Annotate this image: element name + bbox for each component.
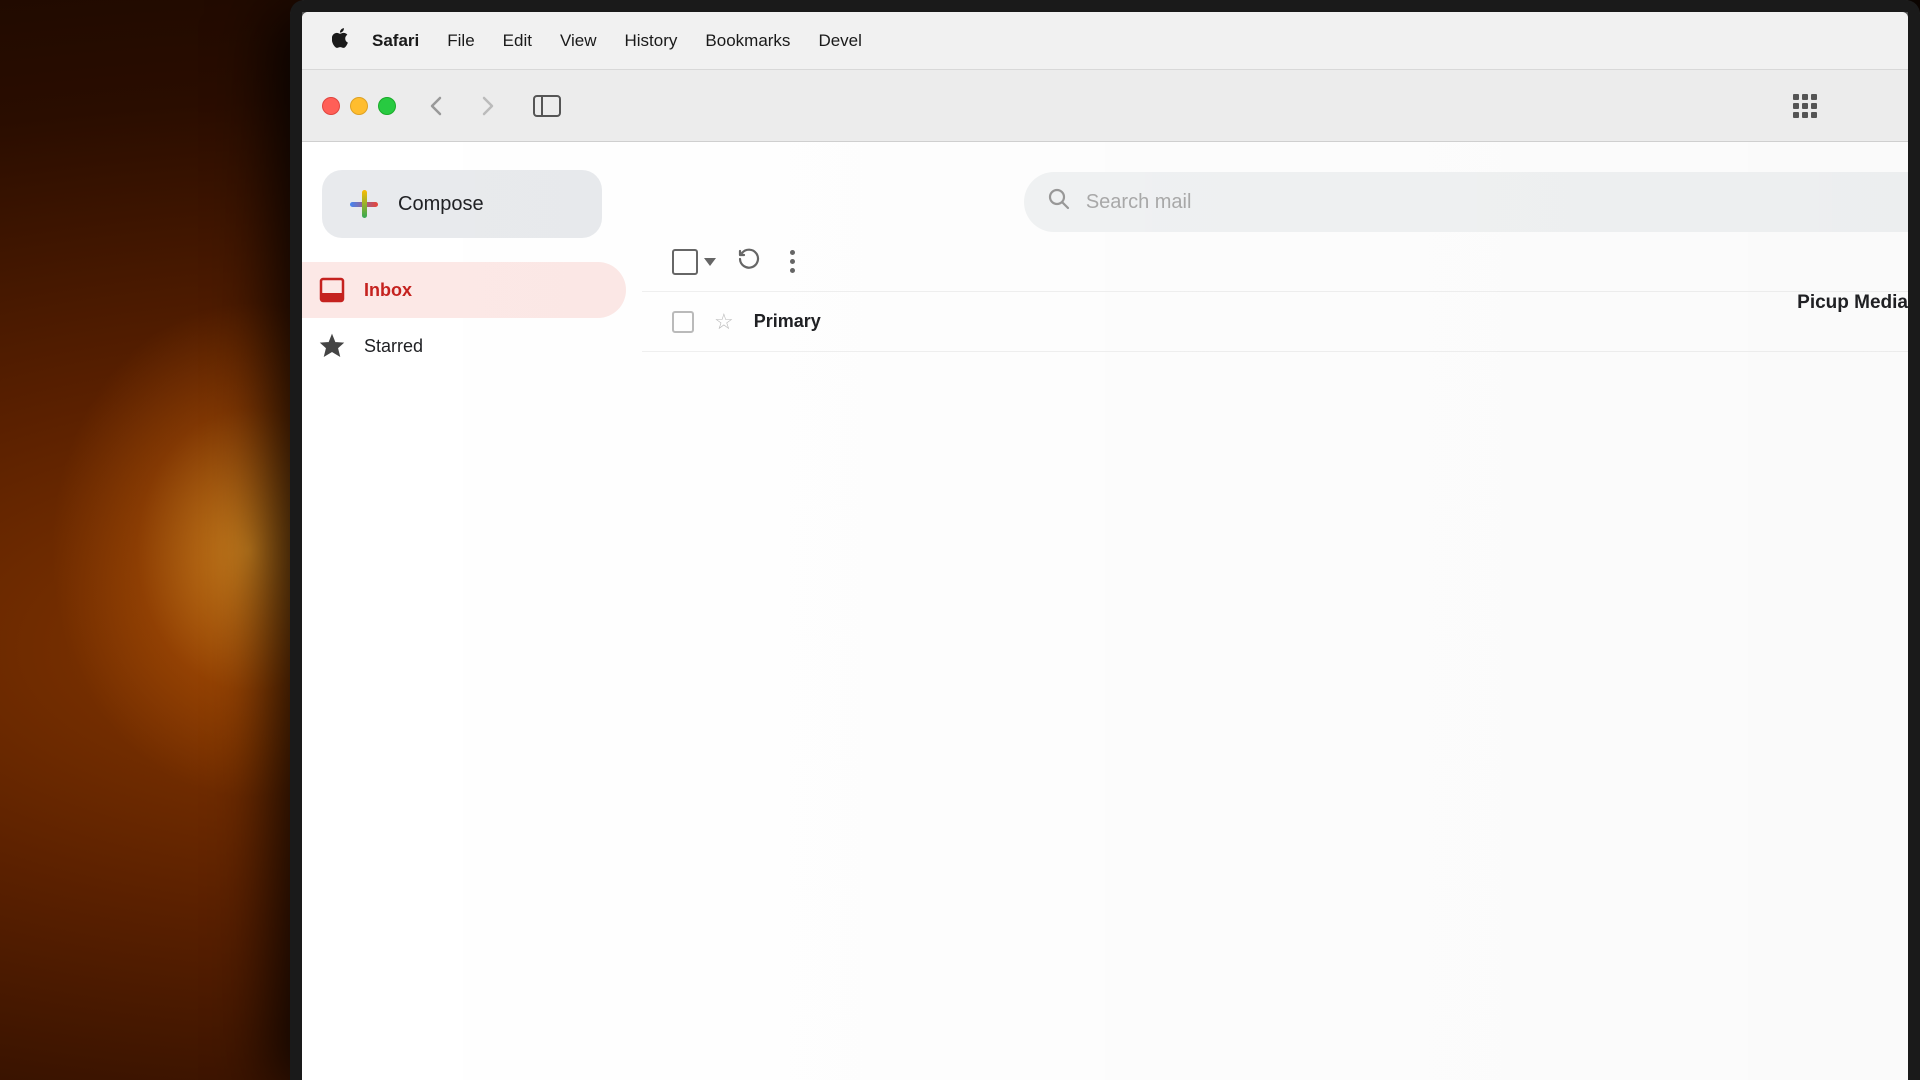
maximize-button[interactable] [378, 97, 396, 115]
email-star-icon[interactable]: ☆ [714, 309, 734, 335]
safari-menu[interactable]: Safari [358, 27, 433, 55]
select-all-checkbox[interactable] [672, 249, 698, 275]
compose-plus-icon [350, 190, 378, 218]
more-dot [790, 250, 795, 255]
grid-dot [1793, 103, 1799, 109]
screen-bezel: Safari File Edit View History Bookmarks … [290, 0, 1920, 1080]
apple-menu[interactable] [322, 24, 358, 58]
gmail-sidebar: Compose [302, 142, 642, 1080]
primary-section-label: Primary [754, 311, 821, 332]
back-button[interactable] [416, 86, 456, 126]
edit-menu[interactable]: Edit [489, 27, 546, 55]
file-menu[interactable]: File [433, 27, 488, 55]
grid-dot [1802, 103, 1808, 109]
safari-toolbar [302, 70, 1908, 142]
more-dot [790, 259, 795, 264]
minimize-button[interactable] [350, 97, 368, 115]
compose-button[interactable]: Compose [322, 170, 602, 238]
traffic-lights [322, 97, 396, 115]
toolbar-icons-bar [642, 232, 1908, 292]
close-button[interactable] [322, 97, 340, 115]
grid-dot [1811, 103, 1817, 109]
grid-dot [1793, 112, 1799, 118]
email-sender: Picup Media [1797, 292, 1908, 314]
more-dot [790, 268, 795, 273]
primary-tab-row[interactable]: ☆ Primary Picup Media [642, 292, 1908, 352]
develop-menu[interactable]: Devel [804, 27, 875, 55]
bookmarks-menu[interactable]: Bookmarks [691, 27, 804, 55]
sidebar-nav: Inbox Starred [302, 262, 642, 374]
screen-content: Safari File Edit View History Bookmarks … [302, 12, 1908, 1080]
menubar: Safari File Edit View History Bookmarks … [302, 12, 1908, 70]
more-options-button[interactable] [782, 242, 803, 281]
select-dropdown-chevron[interactable] [704, 258, 716, 266]
search-icon [1048, 188, 1070, 216]
sidebar-item-starred[interactable]: Starred [302, 318, 626, 374]
inbox-label: Inbox [364, 280, 412, 301]
inbox-icon [318, 276, 346, 304]
search-bar[interactable]: Search mail [1024, 172, 1908, 232]
email-checkbox[interactable] [672, 311, 694, 333]
refresh-button[interactable] [736, 245, 762, 278]
apps-grid-button[interactable] [1782, 83, 1828, 129]
grid-dot [1802, 112, 1808, 118]
select-all-checkbox-group[interactable] [672, 249, 716, 275]
grid-icon [1793, 94, 1817, 118]
grid-dot [1811, 94, 1817, 100]
inbox-icon-svg [319, 277, 345, 303]
grid-dot [1793, 94, 1799, 100]
sidebar-toggle-button[interactable] [524, 88, 570, 124]
history-menu[interactable]: History [611, 27, 692, 55]
laptop-frame: Safari File Edit View History Bookmarks … [290, 0, 1920, 1080]
compose-label: Compose [398, 193, 484, 216]
forward-button[interactable] [468, 86, 508, 126]
view-menu[interactable]: View [546, 27, 611, 55]
grid-dot [1802, 94, 1808, 100]
star-icon-svg [319, 333, 345, 359]
email-list: ☆ Primary Picup Media [642, 292, 1908, 1080]
search-placeholder: Search mail [1086, 191, 1192, 214]
starred-label: Starred [364, 336, 423, 357]
grid-dot [1811, 112, 1817, 118]
sidebar-item-inbox[interactable]: Inbox [302, 262, 626, 318]
main-content: Gmail Search mail [302, 142, 1908, 1080]
starred-icon [318, 332, 346, 360]
